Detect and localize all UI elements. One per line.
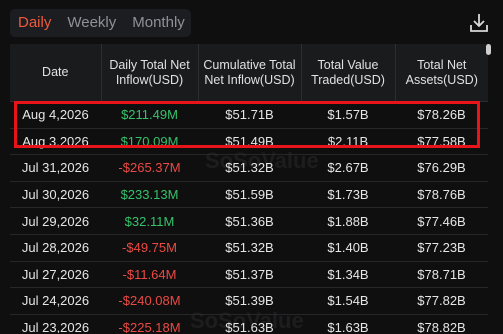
table-row: Aug 4,2026 $211.49M $51.71B $1.57B $78.26B (10, 101, 488, 129)
etf-flow-table-container: Date Daily Total Net Inflow(USD) Cumulat… (10, 44, 488, 333)
table-row: Jul 30,2026 $233.13M $51.59B $1.73B $78.76B (10, 181, 488, 209)
daily-inflow-cell: -$49.75M (101, 234, 198, 262)
net-assets-cell: $78.76B (395, 181, 488, 209)
value-traded-cell: $1.34B (301, 261, 395, 289)
value-traded-cell: $1.88B (301, 207, 395, 235)
cumulative-inflow-cell: $51.63B (198, 314, 301, 333)
daily-inflow-cell: -$225.18M (101, 314, 198, 333)
net-assets-cell: $78.71B (395, 261, 488, 289)
table-row: Jul 24,2026 -$240.08M $51.39B $1.54B $77.82B (10, 287, 488, 315)
net-assets-cell: $77.58B (395, 128, 488, 156)
cumulative-inflow-cell: $51.71B (198, 101, 301, 129)
etf-flow-table: Date Daily Total Net Inflow(USD) Cumulat… (10, 44, 488, 333)
cumulative-inflow-cell: $51.59B (198, 181, 301, 209)
date-cell: Jul 30,2026 (10, 181, 101, 209)
value-traded-cell: $1.54B (301, 287, 395, 315)
date-cell: Jul 31,2026 (10, 154, 101, 182)
net-assets-cell: $77.46B (395, 207, 488, 235)
column-header-net-assets[interactable]: Total Net Assets(USD) (395, 44, 488, 102)
download-icon[interactable] (469, 12, 489, 34)
date-cell: Aug 4,2026 (10, 101, 101, 129)
column-header-daily-inflow[interactable]: Daily Total Net Inflow(USD) (101, 44, 199, 102)
daily-inflow-cell: $233.13M (101, 181, 198, 209)
value-traded-cell: $2.11B (301, 128, 395, 156)
column-header-value-traded[interactable]: Total Value Traded(USD) (301, 44, 396, 102)
tab-daily[interactable]: Daily (10, 9, 59, 37)
scrollbar[interactable] (486, 44, 491, 55)
date-cell: Aug 3,2026 (10, 128, 101, 156)
net-assets-cell: $78.82B (395, 314, 488, 333)
table-row: Jul 27,2026 -$11.64M $51.37B $1.34B $78.71B (10, 261, 488, 289)
daily-inflow-cell: -$240.08M (101, 287, 198, 315)
date-cell: Jul 24,2026 (10, 287, 101, 315)
net-assets-cell: $77.82B (395, 287, 488, 315)
value-traded-cell: $1.63B (301, 314, 395, 333)
date-cell: Jul 23,2026 (10, 314, 101, 333)
value-traded-cell: $2.67B (301, 154, 395, 182)
value-traded-cell: $1.73B (301, 181, 395, 209)
cumulative-inflow-cell: $51.36B (198, 207, 301, 235)
period-tabs: Daily Weekly Monthly (10, 9, 191, 37)
cumulative-inflow-cell: $51.37B (198, 261, 301, 289)
table-row: Jul 23,2026 -$225.18M $51.63B $1.63B $78.82B (10, 314, 488, 333)
daily-inflow-cell: $211.49M (101, 101, 198, 129)
column-header-cumulative-inflow[interactable]: Cumulative Total Net Inflow(USD) (198, 44, 302, 102)
daily-inflow-cell: $170.09M (101, 128, 198, 156)
daily-inflow-cell: -$265.37M (101, 154, 198, 182)
date-cell: Jul 28,2026 (10, 234, 101, 262)
table-header-row: Date Daily Total Net Inflow(USD) Cumulat… (10, 44, 488, 102)
table-row: Jul 31,2026 -$265.37M $51.32B $2.67B $76.29B (10, 154, 488, 182)
value-traded-cell: $1.57B (301, 101, 395, 129)
date-cell: Jul 29,2026 (10, 207, 101, 235)
daily-inflow-cell: $32.11M (101, 207, 198, 235)
net-assets-cell: $78.26B (395, 101, 488, 129)
column-header-date[interactable]: Date (10, 44, 102, 102)
tab-weekly[interactable]: Weekly (59, 9, 124, 37)
table-row: Aug 3,2026 $170.09M $51.49B $2.11B $77.58B (10, 128, 488, 156)
daily-inflow-cell: -$11.64M (101, 261, 198, 289)
table-row: Jul 28,2026 -$49.75M $51.32B $1.40B $77.23B (10, 234, 488, 262)
cumulative-inflow-cell: $51.32B (198, 234, 301, 262)
table-row: Jul 29,2026 $32.11M $51.36B $1.88B $77.46B (10, 207, 488, 235)
cumulative-inflow-cell: $51.39B (198, 287, 301, 315)
net-assets-cell: $76.29B (395, 154, 488, 182)
tab-monthly[interactable]: Monthly (124, 9, 193, 37)
cumulative-inflow-cell: $51.32B (198, 154, 301, 182)
value-traded-cell: $1.40B (301, 234, 395, 262)
date-cell: Jul 27,2026 (10, 261, 101, 289)
net-assets-cell: $77.23B (395, 234, 488, 262)
cumulative-inflow-cell: $51.49B (198, 128, 301, 156)
